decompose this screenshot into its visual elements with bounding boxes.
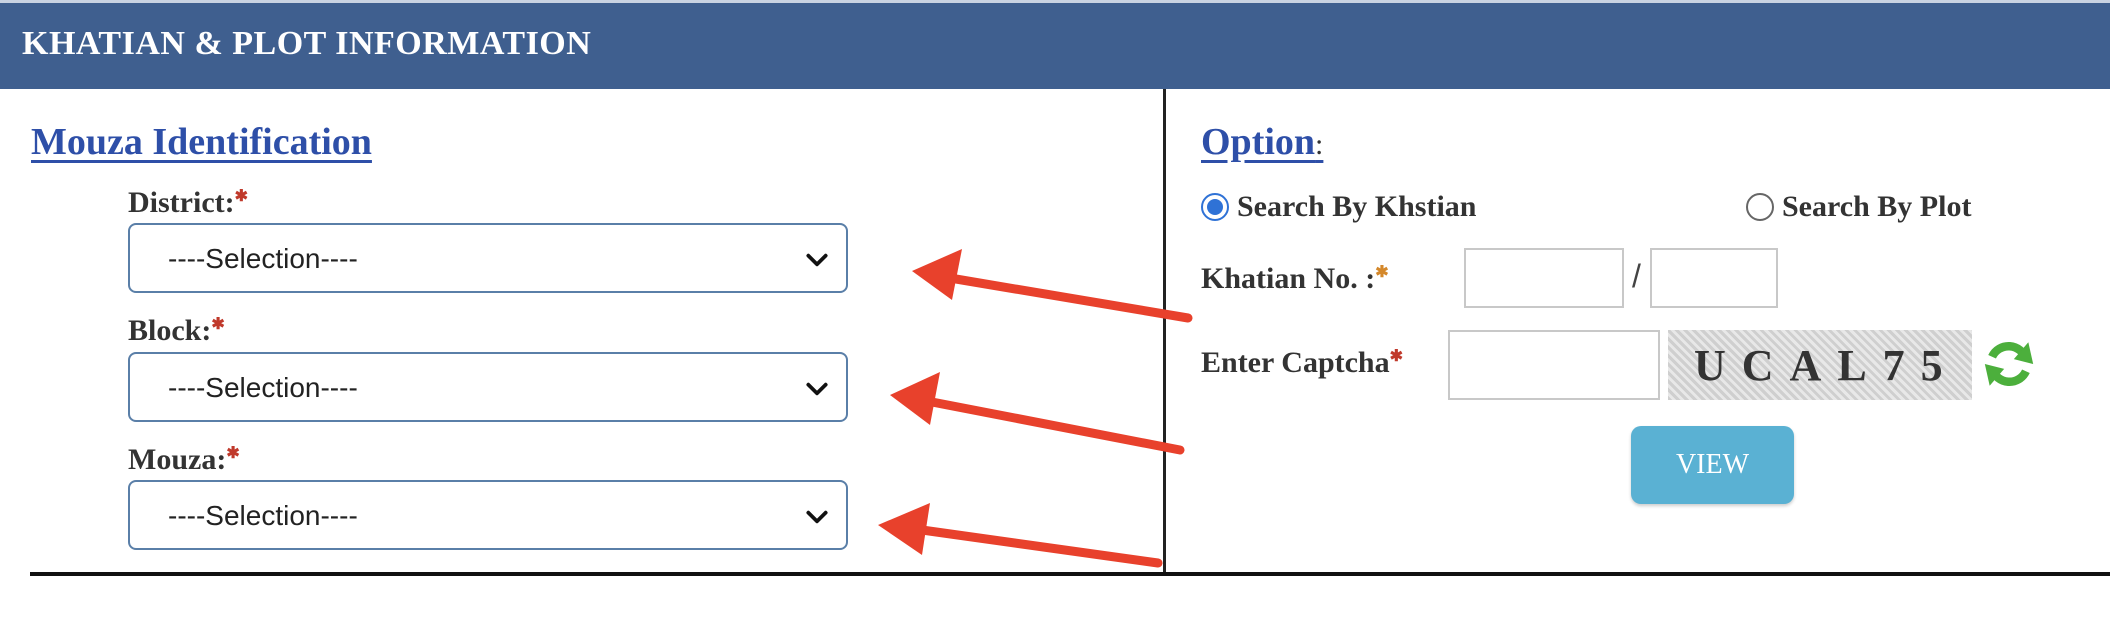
enter-captcha-label-text: Enter Captcha xyxy=(1201,346,1390,379)
required-marker: ✱ xyxy=(1375,264,1389,281)
radio-search-by-khatian[interactable]: Search By Khstian xyxy=(1201,190,1477,224)
option-title: Option: xyxy=(1201,120,1323,164)
option-title-text: Option xyxy=(1201,121,1316,163)
khatian-no-input[interactable] xyxy=(1464,248,1624,308)
captcha-text: UCAL75 xyxy=(1694,341,1959,390)
arrow-icon xyxy=(890,372,1185,455)
captcha-image: UCAL75 xyxy=(1668,330,1972,400)
arrow-icon xyxy=(878,503,1163,568)
radio-search-by-plot[interactable]: Search By Plot xyxy=(1746,190,1971,224)
annotation-arrows xyxy=(878,249,1193,568)
view-button[interactable]: VIEW xyxy=(1631,426,1794,504)
khatian-separator: / xyxy=(1632,258,1641,294)
radio-khatian-control[interactable] xyxy=(1201,193,1229,221)
radio-plot-label: Search By Plot xyxy=(1782,190,1972,223)
radio-khatian-label: Search By Khstian xyxy=(1237,190,1477,223)
captcha-input[interactable] xyxy=(1448,330,1660,400)
radio-plot-control[interactable] xyxy=(1746,193,1774,221)
khatian-sub-no-input[interactable] xyxy=(1650,248,1778,308)
arrow-icon xyxy=(912,249,1193,323)
enter-captcha-label: Enter Captcha✱ xyxy=(1201,346,1403,380)
option-title-colon: : xyxy=(1315,128,1324,161)
khatian-no-label: Khatian No. :✱ xyxy=(1201,262,1389,296)
khatian-no-label-text: Khatian No. : xyxy=(1201,262,1376,295)
required-marker: ✱ xyxy=(1389,348,1404,365)
refresh-icon[interactable] xyxy=(1980,334,2038,394)
